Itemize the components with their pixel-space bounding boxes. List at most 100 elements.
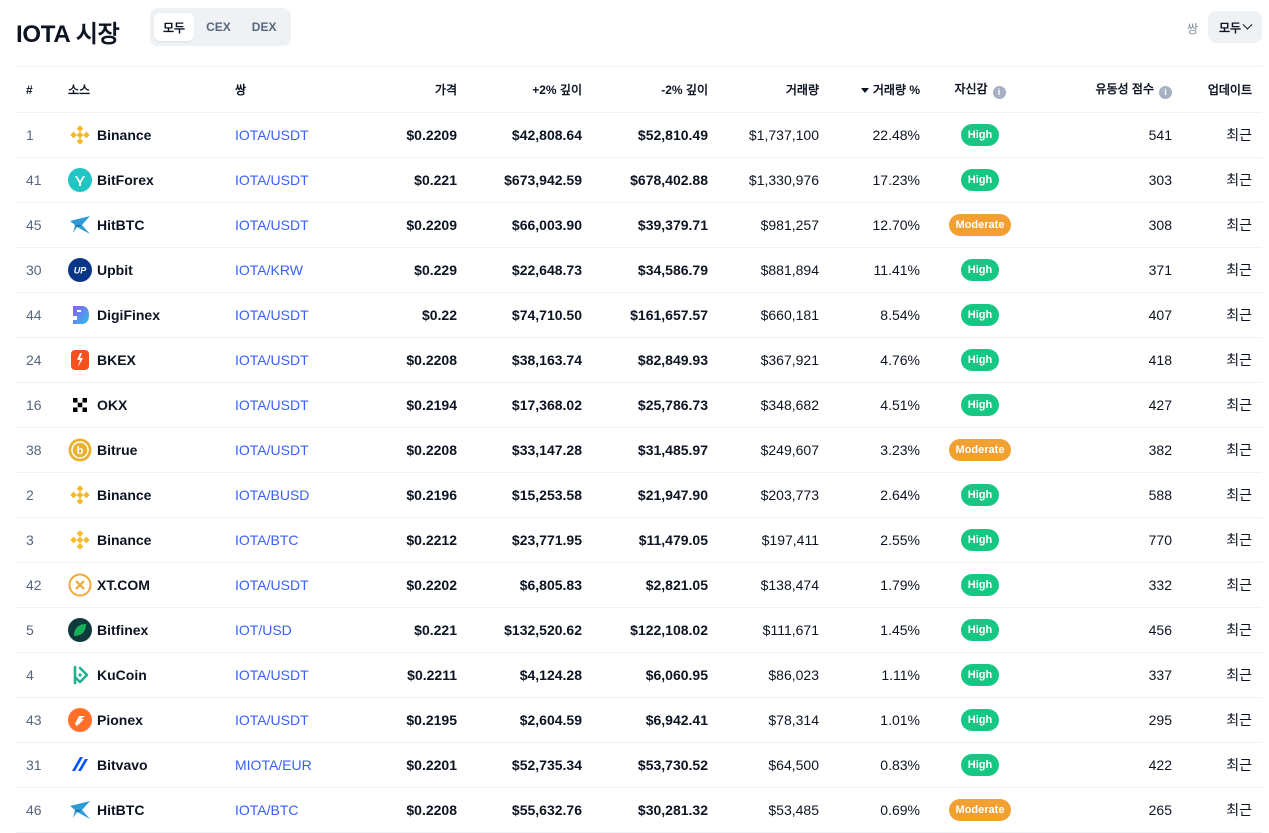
- rank-cell: 46: [26, 802, 42, 818]
- source-cell[interactable]: HitBTC: [68, 203, 235, 248]
- source-cell[interactable]: OKX: [68, 383, 235, 428]
- confidence-badge: High: [960, 349, 1000, 371]
- table-row[interactable]: 24 BKEX IOTA/USDT $0.2208 $38,163.74 $82,849.…: [16, 338, 1262, 383]
- source-cell[interactable]: Bitfinex: [68, 608, 235, 653]
- filter-cex-button[interactable]: CEX: [197, 13, 240, 41]
- table-row[interactable]: 42 XT.COM IOTA/USDT $0.2202 $6,805.83 $2,821.…: [16, 563, 1262, 608]
- pair-link[interactable]: IOTA/USDT: [235, 172, 309, 188]
- col-confidence-header[interactable]: 자신감 i: [920, 67, 1040, 113]
- confidence-badge: High: [960, 124, 1000, 146]
- depth-plus-cell: $673,942.59: [504, 172, 582, 188]
- exchange-link[interactable]: Binance: [68, 123, 235, 147]
- col-price-header[interactable]: 가격: [347, 67, 457, 113]
- pair-link[interactable]: IOTA/BTC: [235, 532, 299, 548]
- exchange-link[interactable]: Bitfinex: [68, 618, 235, 642]
- col-pair-header[interactable]: 쌍: [235, 67, 347, 113]
- source-cell[interactable]: Bitvavo: [68, 743, 235, 788]
- col-rank-header[interactable]: #: [16, 67, 68, 113]
- pair-link[interactable]: IOTA/BUSD: [235, 487, 309, 503]
- source-cell[interactable]: Binance: [68, 113, 235, 158]
- exchange-link[interactable]: Pionex: [68, 708, 235, 732]
- pair-link[interactable]: IOTA/USDT: [235, 667, 309, 683]
- filter-dex-button[interactable]: DEX: [243, 13, 286, 41]
- source-cell[interactable]: BKEX: [68, 338, 235, 383]
- col-volume-pct-header[interactable]: 거래량 %: [819, 67, 920, 113]
- volume-cell: $348,682: [760, 397, 819, 413]
- source-cell[interactable]: Binance: [68, 473, 235, 518]
- source-cell[interactable]: XT.COM: [68, 563, 235, 608]
- source-cell[interactable]: Binance: [68, 518, 235, 563]
- exchange-link[interactable]: BitForex: [68, 168, 235, 192]
- source-cell[interactable]: b Bitrue: [68, 428, 235, 473]
- col-volume-header[interactable]: 거래량: [708, 67, 819, 113]
- price-cell: $0.2195: [406, 712, 457, 728]
- exchange-link[interactable]: Binance: [68, 528, 235, 552]
- filter-all-button[interactable]: 모두: [154, 13, 195, 41]
- table-row[interactable]: 30 UP Upbit IOTA/KRW $0.229 $22,648.73 $34,586…: [16, 248, 1262, 293]
- pair-link[interactable]: IOTA/BTC: [235, 802, 299, 818]
- info-icon[interactable]: i: [992, 86, 1006, 99]
- volume-cell: $981,257: [760, 217, 819, 233]
- pair-link[interactable]: IOTA/USDT: [235, 442, 309, 458]
- exchange-link[interactable]: DigiFinex: [68, 303, 235, 327]
- source-cell[interactable]: HitBTC: [68, 788, 235, 833]
- table-row[interactable]: 5 Bitfinex IOT/USD $0.221 $132,520.62 $122,10…: [16, 608, 1262, 653]
- pair-link[interactable]: IOT/USD: [235, 622, 292, 638]
- table-row[interactable]: 31 Bitvavo MIOTA/EUR $0.2201 $52,735.34 $53,7…: [16, 743, 1262, 788]
- col-depth-plus-header[interactable]: +2% 깊이: [457, 67, 582, 113]
- pair-link[interactable]: IOTA/USDT: [235, 397, 309, 413]
- confidence-cell: High: [920, 248, 1040, 293]
- price-cell: $0.2208: [406, 442, 457, 458]
- table-row[interactable]: 3 Binance IOTA/BTC $0.2212 $23,771.95 $11,479…: [16, 518, 1262, 563]
- table-row[interactable]: 46 HitBTC IOTA/BTC $0.2208 $55,632.76 $30,281…: [16, 788, 1262, 833]
- source-cell[interactable]: DigiFinex: [68, 293, 235, 338]
- exchange-link[interactable]: Bitvavo: [68, 753, 235, 777]
- exchange-link[interactable]: UP Upbit: [68, 258, 235, 282]
- table-row[interactable]: 41 BitForex IOTA/USDT $0.221 $673,942.59 $678…: [16, 158, 1262, 203]
- exchange-link[interactable]: BKEX: [68, 348, 235, 372]
- exchange-link[interactable]: KuCoin: [68, 663, 235, 687]
- source-cell[interactable]: BitForex: [68, 158, 235, 203]
- source-cell[interactable]: Pionex: [68, 698, 235, 743]
- source-cell[interactable]: UP Upbit: [68, 248, 235, 293]
- table-row[interactable]: 16 OKX IOTA/USDT $0.2194 $17,368.02 $25,786.7…: [16, 383, 1262, 428]
- pair-link[interactable]: IOTA/USDT: [235, 712, 309, 728]
- pair-link[interactable]: IOTA/USDT: [235, 127, 309, 143]
- exchange-link[interactable]: HitBTC: [68, 213, 235, 237]
- info-icon[interactable]: i: [1159, 86, 1172, 99]
- volume-cell: $660,181: [760, 307, 819, 323]
- exchange-link[interactable]: XT.COM: [68, 573, 235, 597]
- exchange-link[interactable]: OKX: [68, 393, 235, 417]
- pair-link[interactable]: MIOTA/EUR: [235, 757, 312, 773]
- exchange-link[interactable]: Binance: [68, 483, 235, 507]
- pair-link[interactable]: IOTA/USDT: [235, 352, 309, 368]
- table-row[interactable]: 44 DigiFinex IOTA/USDT $0.22 $74,710.50 $161,…: [16, 293, 1262, 338]
- col-depth-minus-header[interactable]: -2% 깊이: [582, 67, 708, 113]
- col-source-header[interactable]: 소스: [68, 67, 235, 113]
- table-row[interactable]: 4 KuCoin IOTA/USDT $0.2211 $4,124.28 $6,060.9…: [16, 653, 1262, 698]
- pair-link[interactable]: IOTA/KRW: [235, 262, 303, 278]
- pair-cell: IOTA/USDT: [235, 383, 347, 428]
- depth-minus-cell: $6,060.95: [645, 667, 708, 683]
- updated-cell: 최근: [1226, 532, 1252, 548]
- exchange-link[interactable]: b Bitrue: [68, 438, 235, 462]
- rank-cell: 2: [26, 487, 34, 503]
- col-updated-header[interactable]: 업데이트: [1172, 67, 1262, 113]
- liquidity-cell: 407: [1148, 307, 1172, 323]
- col-liquidity-header[interactable]: 유동성 점수 i: [1040, 67, 1172, 113]
- table-row[interactable]: 1 Binance IOTA/USDT $0.2209 $42,808.64 $52,81…: [16, 113, 1262, 158]
- volume-cell: $111,671: [762, 622, 819, 638]
- pair-link[interactable]: IOTA/USDT: [235, 577, 309, 593]
- pair-link[interactable]: IOTA/USDT: [235, 307, 309, 323]
- table-row[interactable]: 38 b Bitrue IOTA/USDT $0.2208 $33,147.28 $31,4…: [16, 428, 1262, 473]
- pair-filter-dropdown[interactable]: 모두: [1208, 11, 1262, 43]
- table-row[interactable]: 45 HitBTC IOTA/USDT $0.2209 $66,003.90 $39,37…: [16, 203, 1262, 248]
- source-cell[interactable]: KuCoin: [68, 653, 235, 698]
- exchange-link[interactable]: HitBTC: [68, 798, 235, 822]
- table-row[interactable]: 2 Binance IOTA/BUSD $0.2196 $15,253.58 $21,94…: [16, 473, 1262, 518]
- table-row[interactable]: 43 Pionex IOTA/USDT $0.2195 $2,604.59 $6,942.…: [16, 698, 1262, 743]
- depth-minus-cell: $25,786.73: [637, 397, 708, 413]
- pair-cell: IOTA/USDT: [235, 338, 347, 383]
- pair-link[interactable]: IOTA/USDT: [235, 217, 309, 233]
- depth-minus-cell: $34,586.79: [637, 262, 708, 278]
